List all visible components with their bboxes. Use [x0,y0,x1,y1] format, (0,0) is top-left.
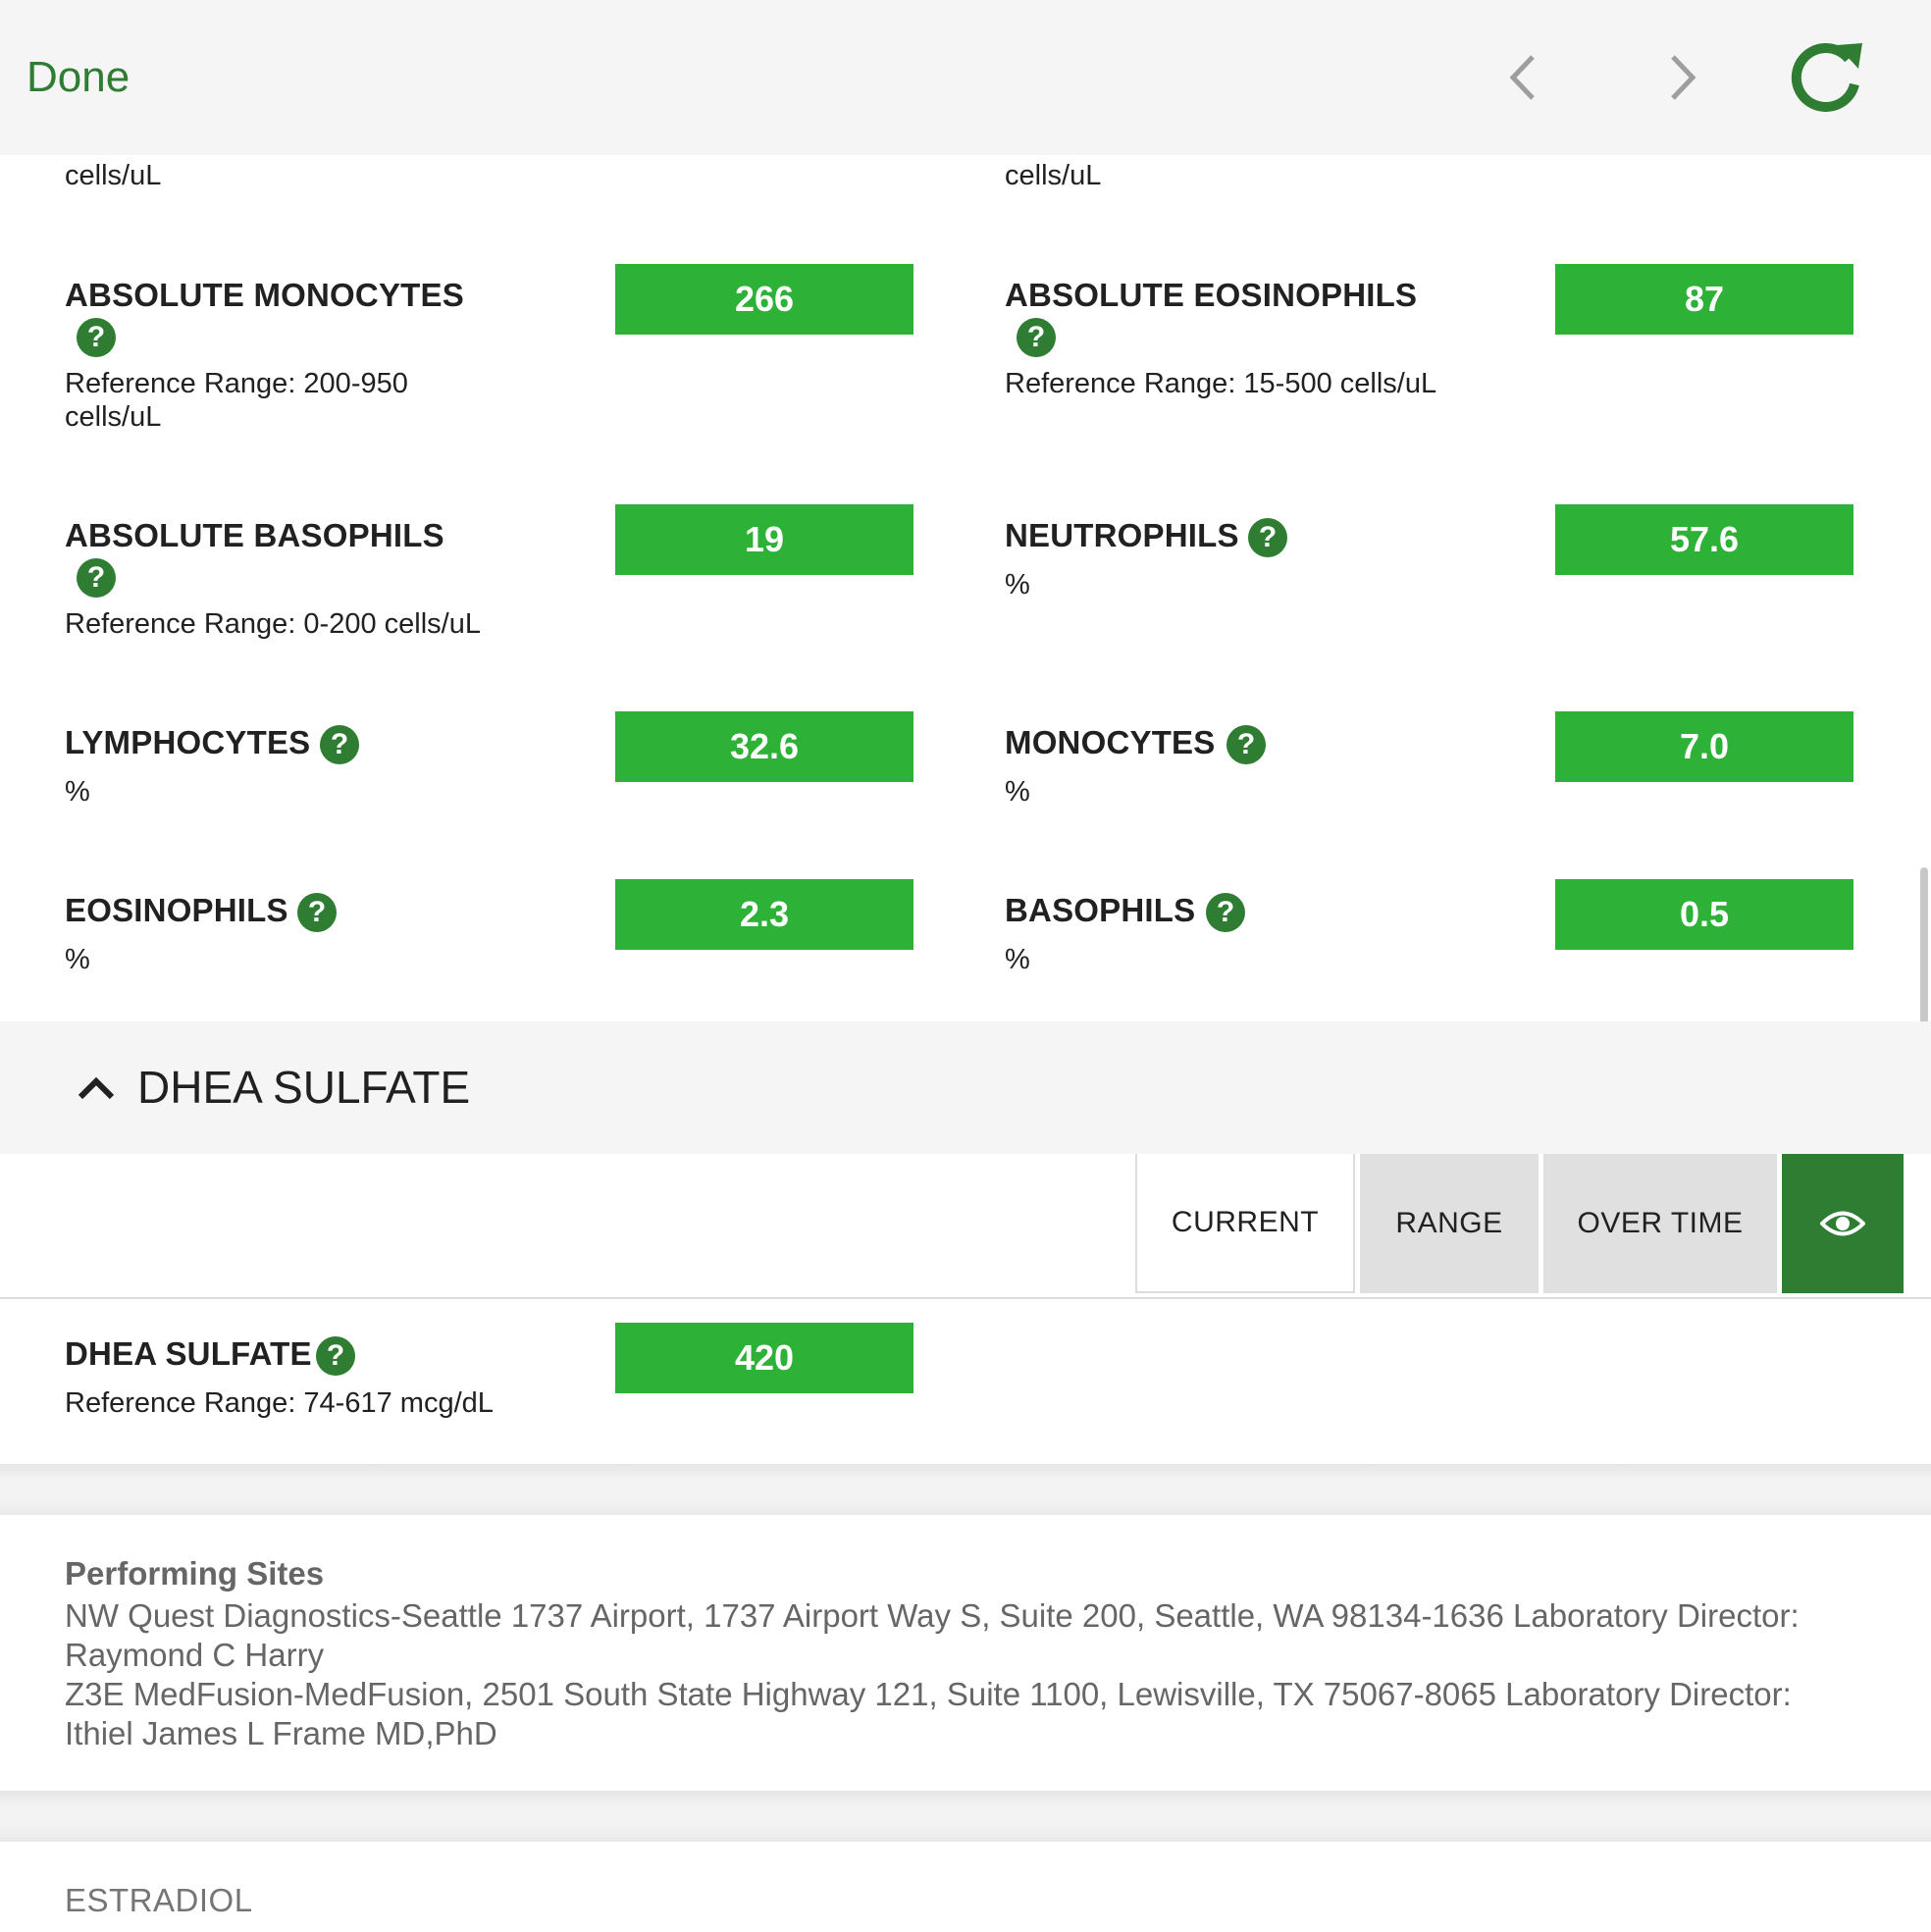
help-icon[interactable]: ? [320,725,359,764]
result-unit: % [65,944,90,975]
help-icon[interactable]: ? [1017,318,1056,357]
result-name: ABSOLUTE EOSINOPHILS [1005,277,1418,313]
help-icon[interactable]: ? [77,558,116,598]
performing-site-line: Ithiel James L Frame MD,PhD [65,1715,497,1751]
result-unit: % [65,776,90,808]
eye-icon[interactable] [1782,1154,1904,1293]
reference-range: Reference Range: 200-950 [65,368,408,399]
result-value: 19 [615,504,913,575]
section-header-dhea-sulfate[interactable]: DHEA SULFATE [0,1021,1931,1156]
chevron-left-icon[interactable] [1503,51,1542,104]
help-icon[interactable]: ? [297,893,337,932]
tab-current[interactable]: CURRENT [1135,1154,1355,1293]
refresh-icon[interactable] [1788,37,1866,116]
result-unit: % [1005,569,1030,600]
result-value: 7.0 [1555,711,1853,782]
section-title: DHEA SULFATE [137,1062,471,1113]
section-header-estradiol[interactable]: ESTRADIOL [65,1882,253,1919]
previous-row-unit-right: cells/uL [1005,160,1102,191]
card-separator [0,1464,1931,1515]
result-name: MONOCYTES [1005,724,1216,760]
result-name: NEUTROPHILS [1005,517,1239,553]
result-value: 2.3 [615,879,913,950]
result-name: DHEA SULFATE [65,1335,312,1372]
done-button[interactable]: Done [26,53,130,102]
result-value: 420 [615,1323,913,1393]
result-value: 57.6 [1555,504,1853,575]
result-unit: % [1005,776,1030,808]
result-value: 32.6 [615,711,913,782]
top-toolbar: Done [0,0,1931,155]
reference-range: Reference Range: 15-500 cells/uL [1005,368,1437,399]
result-name: ABSOLUTE BASOPHILS [65,517,444,553]
view-tabs: CURRENT RANGE OVER TIME [0,1154,1931,1299]
result-unit: % [1005,944,1030,975]
tab-range[interactable]: RANGE [1360,1154,1539,1293]
result-value: 266 [615,264,913,335]
help-icon[interactable]: ? [1226,725,1266,764]
chevron-right-icon[interactable] [1663,51,1702,104]
reference-range-unit: cells/uL [65,401,162,433]
result-name: ABSOLUTE MONOCYTES [65,277,464,313]
performing-site-line: Raymond C Harry [65,1637,325,1673]
previous-row-unit-left: cells/uL [65,160,162,191]
reference-range: Reference Range: 0-200 cells/uL [65,608,481,640]
reference-range: Reference Range: 74-617 mcg/dL [65,1387,494,1419]
result-value: 0.5 [1555,879,1853,950]
performing-sites-label: Performing Sites [65,1555,325,1592]
result-name: LYMPHOCYTES [65,724,311,760]
result-name: EOSINOPHILS [65,892,288,928]
result-name: BASOPHILS [1005,892,1196,928]
help-icon[interactable]: ? [1248,518,1287,557]
tab-over-time[interactable]: OVER TIME [1543,1154,1777,1293]
help-icon[interactable]: ? [316,1336,355,1376]
card-separator [0,1791,1931,1842]
performing-site-line: NW Quest Diagnostics-Seattle 1737 Airpor… [65,1597,1800,1634]
performing-site-line: Z3E MedFusion-MedFusion, 2501 South Stat… [65,1676,1792,1712]
help-icon[interactable]: ? [1206,893,1245,932]
result-value: 87 [1555,264,1853,335]
chevron-up-icon [77,1073,116,1106]
help-icon[interactable]: ? [77,318,116,357]
